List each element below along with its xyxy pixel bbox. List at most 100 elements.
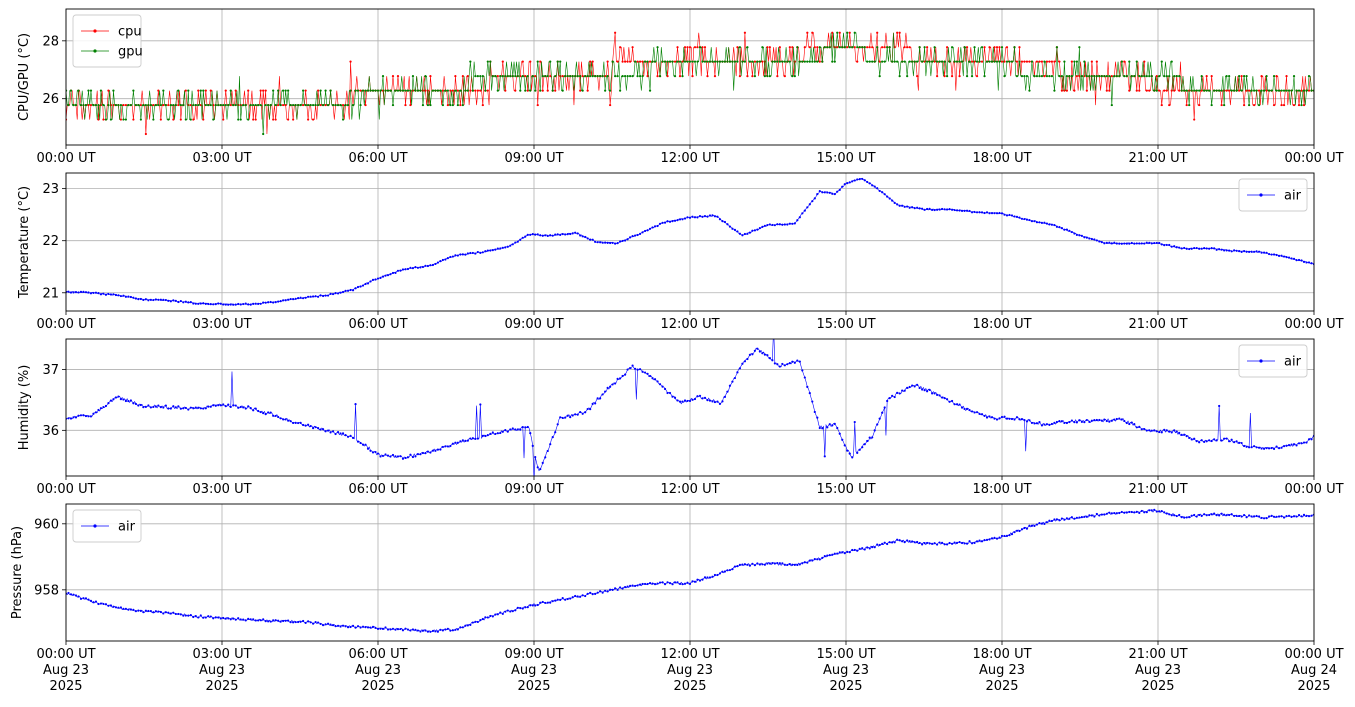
data-point [1295, 259, 1298, 262]
data-point [1295, 515, 1298, 518]
data-point [466, 75, 469, 78]
data-point [74, 594, 78, 597]
data-point [921, 60, 924, 63]
data-point [671, 583, 674, 586]
data-point [451, 89, 454, 92]
data-point [801, 60, 804, 63]
data-point [808, 60, 811, 63]
data-point [237, 302, 240, 306]
data-point [1193, 513, 1196, 517]
data-point [279, 103, 282, 107]
data-point [576, 232, 579, 235]
data-point [269, 300, 272, 304]
data-point [596, 397, 599, 400]
data-point [162, 103, 165, 107]
data-point [1163, 244, 1166, 247]
data-point [1013, 531, 1016, 534]
data-point [1008, 213, 1011, 217]
x-tick-label: 00:00 UT [36, 317, 95, 332]
data-point [1195, 89, 1198, 92]
data-point [641, 582, 644, 586]
data-point [504, 75, 507, 78]
data-point [995, 537, 999, 540]
data-point [856, 46, 859, 49]
data-point [361, 284, 365, 287]
data-point [823, 46, 826, 49]
data-point [1243, 513, 1246, 517]
data-point [898, 392, 901, 395]
data-point [366, 282, 370, 285]
data-point [284, 103, 287, 107]
data-point [803, 376, 806, 379]
data-point [1265, 447, 1268, 450]
data-point [873, 60, 876, 63]
data-point [643, 60, 647, 63]
data-point [94, 600, 98, 603]
data-point [524, 89, 527, 92]
data-point [419, 453, 422, 456]
data-point [67, 417, 70, 420]
data-point [848, 452, 851, 455]
data-point [117, 103, 120, 107]
data-point [811, 400, 814, 403]
data-point [267, 103, 270, 107]
data-point [638, 60, 642, 63]
data-point [152, 611, 155, 614]
data-point [441, 258, 444, 262]
data-point [341, 103, 345, 107]
data-point [1310, 89, 1313, 92]
data-point [1292, 443, 1296, 446]
data-point [501, 430, 504, 433]
data-point [179, 407, 182, 410]
data-point [1098, 240, 1101, 243]
data-point [576, 75, 579, 78]
data-point [501, 246, 504, 249]
data-point [84, 597, 88, 600]
data-point [321, 624, 325, 627]
x-tick-label-line: Aug 24 [1291, 663, 1337, 678]
data-point [816, 60, 819, 63]
data-point [998, 211, 1001, 215]
data-point [1185, 247, 1188, 250]
data-point [941, 207, 944, 211]
data-point [673, 581, 677, 584]
data-point [918, 207, 921, 210]
data-point [1195, 246, 1198, 250]
data-point [621, 239, 624, 243]
data-point [481, 617, 484, 621]
data-point [1028, 419, 1031, 422]
data-point [1138, 242, 1141, 245]
x-tick-label-line: 21:00 UT [1128, 317, 1187, 332]
x-tick-label-line: Aug 23 [667, 663, 713, 678]
data-point [993, 46, 996, 49]
data-point [431, 629, 435, 633]
data-point [686, 60, 689, 63]
data-point [257, 619, 260, 622]
data-point [1190, 438, 1193, 441]
data-point [529, 60, 532, 63]
data-point [651, 377, 654, 380]
data-point [129, 399, 132, 402]
data-point [1108, 420, 1111, 423]
data-point [776, 75, 779, 78]
data-point [841, 438, 844, 441]
data-point [923, 46, 926, 49]
data-point [132, 296, 135, 299]
data-point [748, 60, 752, 63]
data-point [633, 234, 637, 237]
data-point [661, 60, 664, 63]
data-point [581, 594, 584, 597]
data-point [476, 437, 479, 440]
data-point [152, 405, 155, 409]
data-point [718, 218, 722, 221]
data-point [366, 89, 370, 92]
data-point [1090, 60, 1093, 63]
data-point [541, 75, 544, 78]
data-point [269, 411, 272, 414]
data-point [67, 290, 70, 293]
data-point [1297, 103, 1301, 107]
data-point [264, 89, 267, 92]
data-point [943, 543, 946, 546]
data-point [776, 223, 779, 226]
data-point [1245, 516, 1248, 519]
